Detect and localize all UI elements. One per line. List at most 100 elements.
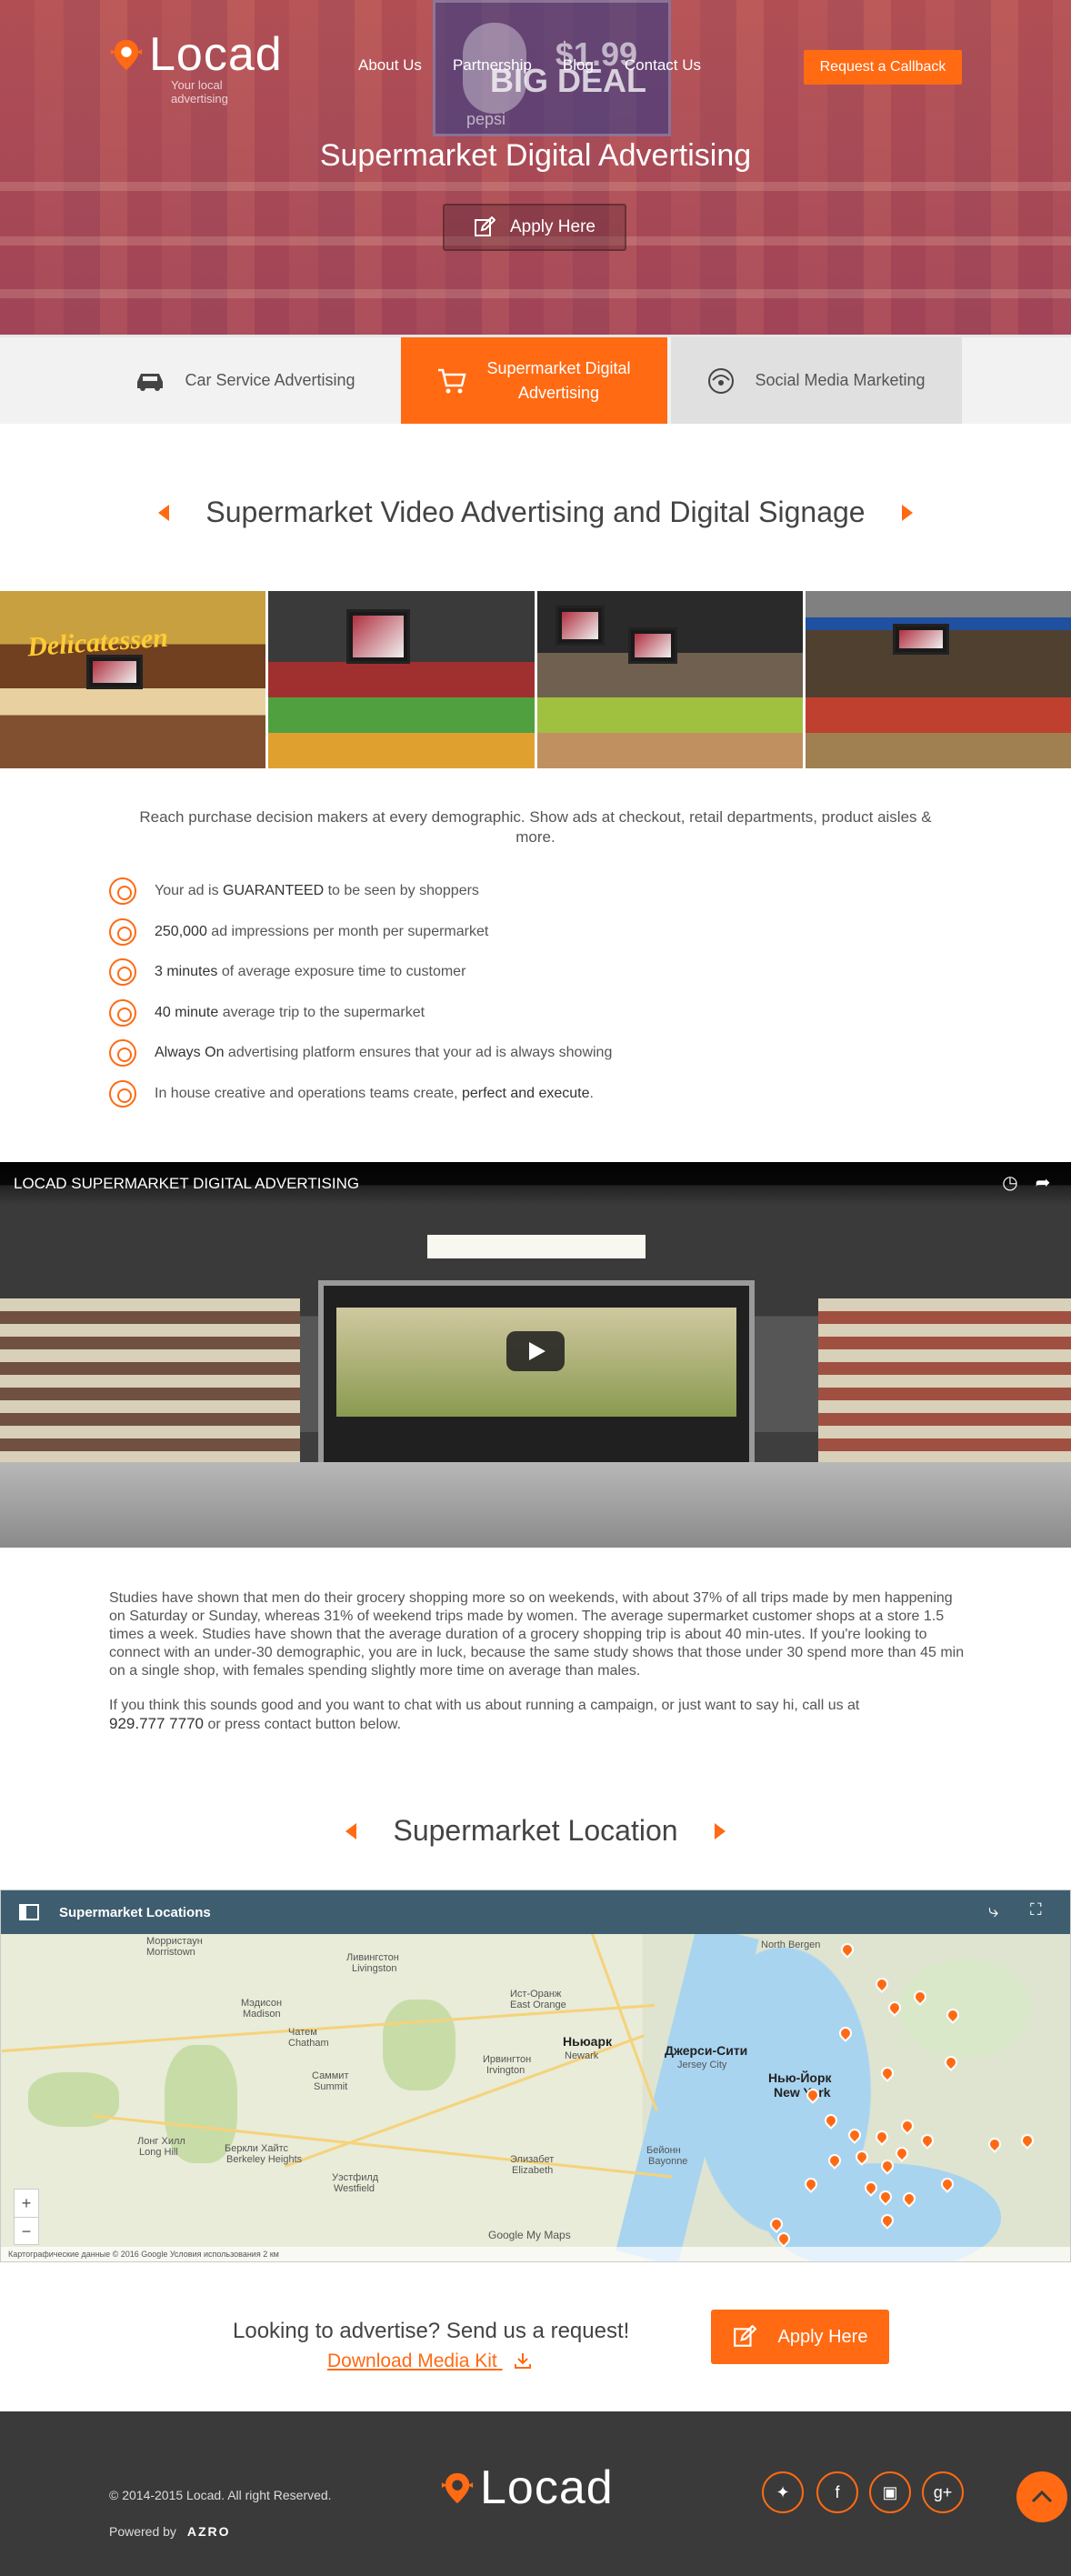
feature-highlight: 250,000 xyxy=(155,923,207,939)
gallery-image-produce xyxy=(268,591,535,768)
download-media-kit-link[interactable]: Download Media Kit xyxy=(327,2350,532,2372)
feature-text: ad impressions per month per supermarket xyxy=(206,923,489,939)
map-label: Джерси-Сити xyxy=(665,2043,748,2058)
location-pin[interactable] xyxy=(911,1988,929,2006)
map-label: Irvington xyxy=(486,2065,525,2076)
location-pin[interactable] xyxy=(898,2117,916,2135)
location-pin[interactable] xyxy=(822,2111,840,2130)
nav-about[interactable]: About Us xyxy=(358,56,422,75)
tab-supermarket-label-2: Advertising xyxy=(517,383,600,402)
arrow-left-icon[interactable] xyxy=(158,504,170,521)
powered-by-label: Powered by xyxy=(109,2524,176,2539)
arrow-left-icon[interactable] xyxy=(345,1822,357,1839)
location-pin[interactable] xyxy=(846,2126,864,2144)
cart-icon xyxy=(438,368,467,393)
tab-car-service[interactable]: Car Service Advertising xyxy=(109,337,382,424)
azro-logo[interactable]: AZRO xyxy=(187,2524,231,2539)
location-pin[interactable] xyxy=(1018,2131,1036,2150)
nav-contact[interactable]: Contact Us xyxy=(625,56,701,75)
feature-text: . xyxy=(589,1085,594,1101)
sidebar-toggle-icon[interactable] xyxy=(19,1904,39,1920)
nav-partnership[interactable]: Partnership xyxy=(453,56,532,75)
map-attribution: Картографические данные © 2016 Google Ус… xyxy=(1,2247,1070,2261)
main-nav: About Us Partnership Blog Contact Us xyxy=(358,56,701,75)
cta-apply-label: Apply Here xyxy=(777,2326,868,2347)
tab-car-service-label: Car Service Advertising xyxy=(185,371,355,389)
map-label: Ирвингтон xyxy=(483,2054,532,2065)
feature-highlight: 40 minute xyxy=(155,1004,219,1020)
watch-later-icon[interactable]: ◷ xyxy=(1000,1173,1020,1193)
locations-map[interactable]: Supermarket Locations ⤷ ⛶ Морристаун Mor… xyxy=(0,1889,1071,2262)
location-pin[interactable] xyxy=(886,1999,904,2017)
request-callback-button[interactable]: Request a Callback xyxy=(804,50,962,85)
screen-shape xyxy=(627,627,677,664)
hero: $1.99 BIG DEAL pepsi Locad Your local ad… xyxy=(0,0,1071,335)
play-button[interactable] xyxy=(506,1331,565,1371)
location-pin[interactable] xyxy=(873,1975,891,1993)
feature-item: 3 minutes of average exposure time to cu… xyxy=(109,952,973,993)
hero-apply-button[interactable]: Apply Here xyxy=(443,204,626,251)
video-shelf-left xyxy=(0,1298,300,1462)
facebook-icon[interactable]: f xyxy=(816,2471,858,2513)
logo[interactable]: Locad Your local advertising xyxy=(109,28,283,105)
arrow-right-icon[interactable] xyxy=(714,1822,726,1839)
arrow-right-icon[interactable] xyxy=(901,504,913,521)
feature-highlight: 3 minutes xyxy=(155,964,218,980)
feature-text: advertising platform ensures that your a… xyxy=(224,1045,613,1061)
location-pin[interactable] xyxy=(893,2144,911,2162)
footer-logo[interactable]: Locad xyxy=(440,2464,614,2511)
tab-supermarket[interactable]: Supermarket Digital Advertising xyxy=(401,337,667,424)
logo-tagline: Your local advertising xyxy=(171,78,228,105)
map-label: North Bergen xyxy=(761,1940,821,1950)
map-label: Newark xyxy=(565,2050,599,2061)
sign-brand: pepsi xyxy=(466,110,506,128)
download-icon xyxy=(514,2353,531,2369)
feature-item: Your ad is GUARANTEED to be seen by shop… xyxy=(109,871,973,912)
google-plus-icon[interactable]: g+ xyxy=(922,2471,964,2513)
hero-title: Supermarket Digital Advertising xyxy=(319,138,752,173)
map-zoom-control: + − xyxy=(14,2189,39,2245)
nav-blog[interactable]: Blog xyxy=(563,56,594,75)
map-label: New York xyxy=(774,2085,831,2100)
map-label: Бейонн xyxy=(646,2145,681,2156)
location-pin[interactable] xyxy=(918,2131,936,2150)
twitter-icon[interactable]: ✦ xyxy=(762,2471,804,2513)
map-label: Лонг Хилл xyxy=(137,2136,185,2147)
location-pin[interactable] xyxy=(878,2064,896,2082)
location-pin[interactable] xyxy=(944,2006,962,2024)
feature-item: 40 minute average trip to the supermarke… xyxy=(109,993,973,1034)
location-pin[interactable] xyxy=(986,2135,1004,2153)
fullscreen-icon[interactable]: ⛶ xyxy=(1030,1900,1042,1919)
map-label: Long Hill xyxy=(139,2147,178,2158)
section-title-location: Supermarket Location xyxy=(0,1814,1071,1848)
location-pin[interactable] xyxy=(873,2128,891,2146)
gear-icon xyxy=(109,917,136,946)
locad-pin-icon xyxy=(441,2472,474,2504)
phone-number[interactable]: 929.777 7770 xyxy=(109,1715,204,1732)
screen-shape xyxy=(555,606,605,646)
share-icon[interactable]: ⤷ xyxy=(988,1901,998,1922)
tab-social-media[interactable]: Social Media Marketing xyxy=(671,337,962,424)
location-pin[interactable] xyxy=(838,1940,856,1959)
video-title[interactable]: LOCAD SUPERMARKET DIGITAL ADVERTISING xyxy=(14,1175,359,1193)
feature-item: In house creative and operations teams c… xyxy=(109,1074,973,1115)
map-label: Ливингстон xyxy=(346,1952,399,1963)
screen-shape xyxy=(892,624,949,655)
video-player[interactable]: LOCAD SUPERMARKET DIGITAL ADVERTISING ◷ … xyxy=(0,1162,1071,1548)
zoom-in-button[interactable]: + xyxy=(15,2190,38,2217)
map-label: Bayonne xyxy=(648,2156,688,2167)
cta-apply-button[interactable]: Apply Here xyxy=(711,2310,889,2364)
clock-icon xyxy=(109,998,136,1027)
park-area xyxy=(383,2000,455,2090)
location-pin[interactable] xyxy=(836,2024,855,2042)
location-pin[interactable] xyxy=(942,2053,960,2071)
map-label: Саммит xyxy=(312,2070,349,2081)
back-to-top-button[interactable] xyxy=(1016,2471,1067,2522)
team-icon xyxy=(109,1079,136,1108)
instagram-icon[interactable]: ▣ xyxy=(869,2471,911,2513)
zoom-out-button[interactable]: − xyxy=(15,2217,38,2245)
share-icon[interactable]: ➦ xyxy=(1033,1173,1053,1193)
logo-wordmark: Locad xyxy=(149,28,283,81)
service-tabs: Car Service Advertising Supermarket Digi… xyxy=(0,335,1071,424)
hero-shelf xyxy=(0,182,1071,191)
